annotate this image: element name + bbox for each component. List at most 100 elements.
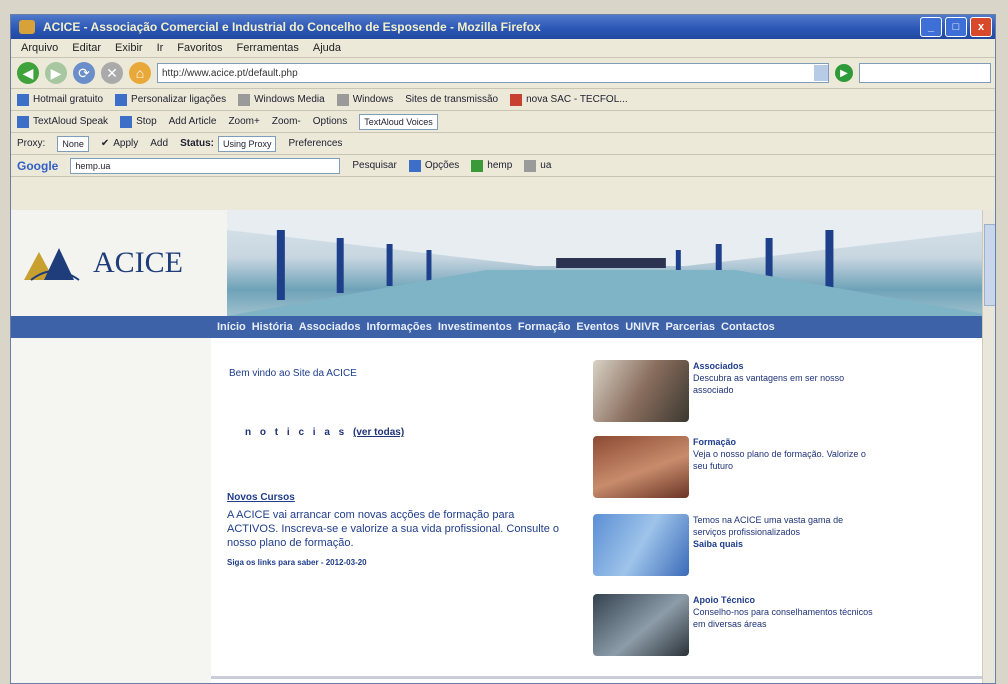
- go-button[interactable]: ▶: [835, 64, 853, 82]
- minimize-button[interactable]: _: [920, 17, 942, 37]
- left-column: [11, 338, 211, 683]
- home-icon[interactable]: ⌂: [129, 62, 151, 84]
- navigation-toolbar: ◀ ▶ ⟳ ✕ ⌂ http://www.acice.pt/default.ph…: [11, 58, 995, 89]
- google-search-input[interactable]: hemp.ua: [70, 157, 341, 174]
- bookmark-icon: [510, 93, 523, 106]
- card-photo: [593, 594, 689, 656]
- check-icon: ✔: [100, 138, 110, 149]
- footer-divider: [211, 676, 991, 679]
- welcome-text: Bem vindo ao Site da ACICE: [229, 368, 357, 379]
- nav-formacao[interactable]: Formação: [518, 321, 571, 333]
- textaloud-toolbar: TextAloud Speak Stop Add Article Zoom+ Z…: [11, 111, 995, 133]
- play-icon: [17, 115, 29, 128]
- nav-univr[interactable]: UNIVR: [625, 321, 659, 333]
- bookmark-item[interactable]: Windows: [336, 93, 393, 106]
- close-button[interactable]: x: [970, 17, 992, 37]
- options-button[interactable]: Options: [313, 116, 347, 127]
- menu-bar: Arquivo Editar Exibir Ir Favoritos Ferra…: [11, 39, 995, 58]
- nav-investimentos[interactable]: Investimentos: [438, 321, 512, 333]
- nav-parcerias[interactable]: Parcerias: [665, 321, 715, 333]
- news-heading: n o t i c i a s (ver todas): [245, 427, 405, 438]
- card-associados[interactable]: Associados Descubra as vantagens em ser n…: [593, 360, 873, 422]
- scrollbar-thumb[interactable]: [984, 224, 995, 306]
- bookmark-item[interactable]: Sites de transmissão: [405, 94, 498, 105]
- site-nav: Início História Associados Informações I…: [11, 316, 995, 338]
- bookmark-item[interactable]: nova SAC - TECFOL...: [510, 93, 628, 106]
- card-servicos[interactable]: Temos na ACICE uma vasta gama de serviço…: [593, 514, 873, 576]
- menu-ajuda[interactable]: Ajuda: [313, 42, 341, 54]
- window-title: ACICE - Associação Comercial e Industria…: [43, 20, 541, 34]
- card-formacao[interactable]: Formação Veja o nosso plano de formação. …: [593, 436, 873, 498]
- maximize-button[interactable]: □: [945, 17, 967, 37]
- card-photo: [593, 360, 689, 422]
- stop-button[interactable]: Stop: [120, 115, 157, 128]
- news-item-body: A ACICE vai arrancar com novas acções de…: [227, 509, 559, 549]
- speak-button[interactable]: TextAloud Speak: [17, 115, 108, 128]
- stop-square-icon: [120, 115, 133, 128]
- forward-arrow-icon[interactable]: ▶: [45, 62, 67, 84]
- news-see-all-link[interactable]: (ver todas): [353, 427, 404, 438]
- zoom-in-button[interactable]: Zoom+: [228, 116, 259, 127]
- site-banner: ACICE: [11, 210, 995, 316]
- bookmarks-toolbar: Hotmail gratuito Personalizar ligações W…: [11, 89, 995, 111]
- card-photo: [593, 436, 689, 498]
- menu-favoritos[interactable]: Favoritos: [177, 42, 222, 54]
- web-page: ACICE Início História Associados Informa…: [11, 210, 995, 683]
- google-search-button[interactable]: Pesquisar: [352, 160, 396, 171]
- nav-contactos[interactable]: Contactos: [721, 321, 775, 333]
- highlight-icon: [471, 159, 484, 172]
- site-logo[interactable]: ACICE: [11, 210, 227, 316]
- bookmark-icon: [336, 93, 349, 106]
- preferences-button[interactable]: Preferences: [288, 138, 342, 149]
- nav-associados[interactable]: Associados: [299, 321, 361, 333]
- title-bar: ACICE - Associação Comercial e Industria…: [11, 15, 995, 39]
- logo-text: ACICE: [93, 246, 183, 279]
- browser-window: ACICE - Associação Comercial e Industria…: [10, 14, 996, 684]
- proxy-toolbar: Proxy: None ✔ Apply Add Status: Using Prox…: [11, 133, 995, 155]
- nav-historia[interactable]: História: [252, 321, 293, 333]
- options-icon: [408, 159, 421, 172]
- voices-select[interactable]: TextAloud Voices: [359, 113, 438, 130]
- acice-logo-icon: [24, 248, 80, 281]
- page-scrollbar[interactable]: [982, 210, 995, 683]
- highlight-ua-button[interactable]: ua: [524, 159, 551, 172]
- menu-exibir[interactable]: Exibir: [115, 42, 143, 54]
- reload-icon[interactable]: ⟳: [73, 62, 95, 84]
- add-button[interactable]: Add: [150, 138, 168, 149]
- search-box[interactable]: [859, 63, 991, 83]
- address-bar[interactable]: http://www.acice.pt/default.php: [157, 63, 829, 83]
- news-item-meta: Siga os links para saber - 2012-03-20: [227, 558, 367, 567]
- menu-arquivo[interactable]: Arquivo: [21, 42, 58, 54]
- google-toolbar: Google hemp.ua Pesquisar Opções hemp ua: [11, 155, 995, 177]
- bookmark-icon: [238, 93, 251, 106]
- highlight-icon: [524, 159, 537, 172]
- highlight-hemp-button[interactable]: hemp: [471, 159, 512, 172]
- apply-button[interactable]: ✔ Apply: [101, 138, 138, 149]
- address-text: http://www.acice.pt/default.php: [162, 67, 298, 79]
- add-article-button[interactable]: Add Article: [169, 116, 217, 127]
- bookmark-item[interactable]: Hotmail gratuito: [17, 93, 103, 106]
- proxy-label: Proxy:: [17, 138, 46, 149]
- address-dropdown-icon[interactable]: [814, 65, 828, 81]
- google-options-button[interactable]: Opções: [408, 159, 459, 172]
- card-apoio-tecnico[interactable]: Apoio Técnico Conselho-nos para conselham…: [593, 594, 873, 656]
- firefox-icon: [19, 20, 35, 34]
- bookmark-item[interactable]: Windows Media: [238, 93, 325, 106]
- menu-editar[interactable]: Editar: [72, 42, 101, 54]
- proxy-select[interactable]: None: [57, 135, 89, 152]
- google-logo[interactable]: Google: [17, 159, 58, 173]
- menu-ferramentas[interactable]: Ferramentas: [237, 42, 299, 54]
- nav-inicio[interactable]: Início: [217, 321, 246, 333]
- main-content: Bem vindo ao Site da ACICE n o t i c i a…: [11, 338, 995, 683]
- banner-image: [227, 210, 995, 316]
- back-arrow-icon[interactable]: ◀: [17, 62, 39, 84]
- stop-icon[interactable]: ✕: [101, 62, 123, 84]
- bookmark-item[interactable]: Personalizar ligações: [115, 93, 226, 106]
- nav-informacoes[interactable]: Informações: [366, 321, 431, 333]
- nav-eventos[interactable]: Eventos: [576, 321, 619, 333]
- bookmark-icon: [17, 93, 29, 106]
- news-item-title[interactable]: Novos Cursos: [227, 492, 295, 503]
- menu-ir[interactable]: Ir: [157, 42, 164, 54]
- proxy-status: Status: Using Proxy: [180, 135, 277, 152]
- zoom-out-button[interactable]: Zoom-: [272, 116, 301, 127]
